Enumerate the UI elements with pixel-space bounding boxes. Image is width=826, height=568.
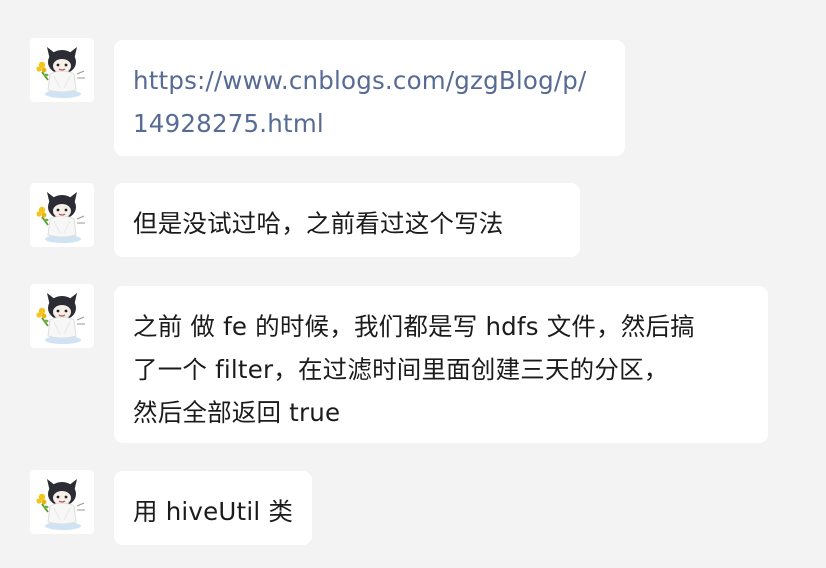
cartoon-cat-avatar-icon <box>36 47 85 98</box>
message-text-line: 但是没试过哈，之前看过这个写法 <box>133 209 504 238</box>
link-text-line[interactable]: https://www.cnblogs.com/gzgBlog/p/ <box>133 59 606 102</box>
sender-avatar[interactable] <box>30 183 94 247</box>
link-text-line[interactable]: 14928275.html <box>133 102 606 145</box>
cartoon-cat-avatar-icon <box>36 293 85 344</box>
cartoon-cat-avatar-icon <box>36 192 85 243</box>
message-text-line: 之前 做 fe 的时候，我们都是写 hdfs 文件，然后搞 <box>133 312 695 341</box>
sender-avatar[interactable] <box>30 38 94 102</box>
sender-avatar[interactable] <box>30 470 94 534</box>
message-bubble[interactable]: https://www.cnblogs.com/gzgBlog/p/ 14928… <box>114 40 625 156</box>
message-text-line: 然后全部返回 true <box>133 398 341 427</box>
message-bubble[interactable]: 之前 做 fe 的时候，我们都是写 hdfs 文件，然后搞 了一个 filter… <box>114 286 768 443</box>
message-bubble[interactable]: 用 hiveUtil 类 <box>114 471 312 545</box>
cartoon-cat-avatar-icon <box>36 479 85 530</box>
sender-avatar[interactable] <box>30 284 94 348</box>
message-bubble[interactable]: 但是没试过哈，之前看过这个写法 <box>114 183 580 257</box>
message-text-line: 了一个 filter，在过滤时间里面创建三天的分区， <box>133 355 669 384</box>
message-text-line: 用 hiveUtil 类 <box>133 497 294 526</box>
chat-window: { "messages": [ { "type": "link", "lines… <box>0 0 826 568</box>
